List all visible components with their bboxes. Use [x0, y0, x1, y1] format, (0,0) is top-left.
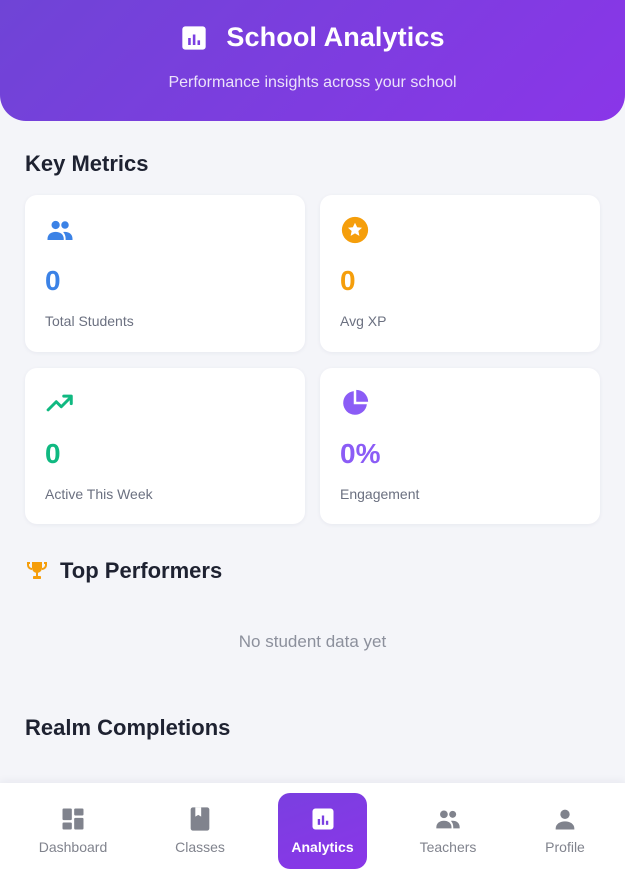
nav-label: Teachers — [419, 839, 477, 855]
empty-state-text: No student data yet — [238, 632, 387, 651]
metric-card-avg-xp: 0 Avg XP — [320, 195, 600, 352]
metric-value: 0 — [45, 438, 61, 469]
nav-item-teachers[interactable]: Teachers — [398, 793, 498, 869]
metric-label: Active This Week — [45, 486, 153, 502]
analytics-icon — [312, 808, 333, 830]
book-icon — [190, 807, 210, 831]
metric-value: 0 — [340, 265, 356, 296]
metric-label: Total Students — [45, 313, 134, 329]
nav-label: Dashboard — [38, 839, 108, 855]
pie-chart-icon — [343, 389, 369, 415]
nav-item-classes[interactable]: Classes — [150, 793, 250, 869]
realm-completions-heading: Realm Completions — [25, 715, 231, 740]
key-metrics-heading: Key Metrics — [25, 151, 149, 176]
star-badge-icon — [341, 216, 369, 244]
page-subtitle: Performance insights across your school — [168, 74, 457, 91]
bar-chart-icon — [182, 25, 207, 50]
metric-card-engagement: 0% Engagement — [320, 368, 600, 524]
trophy-icon — [27, 562, 47, 579]
person-icon — [555, 809, 575, 830]
trending-up-icon — [46, 394, 73, 412]
people-icon — [47, 220, 73, 240]
nav-item-analytics[interactable]: Analytics — [278, 793, 367, 869]
bottom-nav: Dashboard Classes Analytics Teachers Pro… — [0, 783, 625, 879]
page-title: School Analytics — [226, 22, 445, 52]
nav-label: Classes — [175, 839, 225, 855]
dashboard-icon — [62, 808, 84, 830]
header-banner: School Analytics Performance insights ac… — [0, 0, 625, 121]
metric-value: 0 — [45, 265, 61, 296]
metric-label: Avg XP — [340, 313, 387, 329]
top-performers-title: Top Performers — [60, 558, 223, 583]
header-title-row: School Analytics — [0, 22, 625, 53]
analytics-screen: School Analytics Performance insights ac… — [0, 0, 625, 879]
metric-label: Engagement — [340, 486, 420, 502]
metric-card-active-this-week: 0 Active This Week — [25, 368, 305, 524]
top-performers-heading: Top Performers — [25, 558, 222, 584]
nav-item-dashboard[interactable]: Dashboard — [23, 793, 123, 869]
nav-label: Analytics — [291, 839, 354, 855]
metric-value: 0% — [340, 438, 381, 469]
nav-label: Profile — [545, 839, 585, 855]
nav-item-profile[interactable]: Profile — [515, 793, 615, 869]
metric-card-total-students: 0 Total Students — [25, 195, 305, 352]
people-icon — [436, 810, 460, 829]
